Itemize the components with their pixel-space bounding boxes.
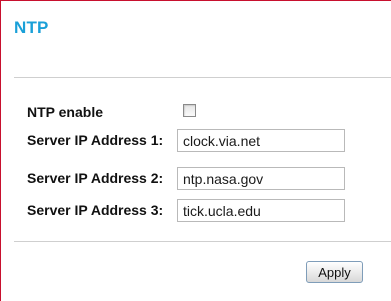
server-1-input[interactable] (177, 129, 345, 152)
server-2-row: Server IP Address 2: (27, 167, 387, 190)
ntp-enable-row: NTP enable (27, 101, 387, 123)
top-divider (14, 77, 391, 78)
ntp-settings-panel: NTP NTP enable Server IP Address 1: Serv… (0, 0, 391, 301)
server-2-label: Server IP Address 2: (27, 170, 164, 186)
server-3-label: Server IP Address 3: (27, 202, 164, 218)
apply-button[interactable]: Apply (306, 261, 363, 283)
bottom-divider (14, 241, 391, 242)
ntp-enable-checkbox[interactable] (183, 104, 196, 117)
page-title: NTP (14, 18, 49, 37)
ntp-enable-label: NTP enable (27, 104, 103, 120)
server-3-input[interactable] (177, 199, 345, 222)
server-2-input[interactable] (177, 167, 345, 190)
server-1-label: Server IP Address 1: (27, 132, 164, 148)
server-3-row: Server IP Address 3: (27, 199, 387, 222)
server-1-row: Server IP Address 1: (27, 129, 387, 152)
